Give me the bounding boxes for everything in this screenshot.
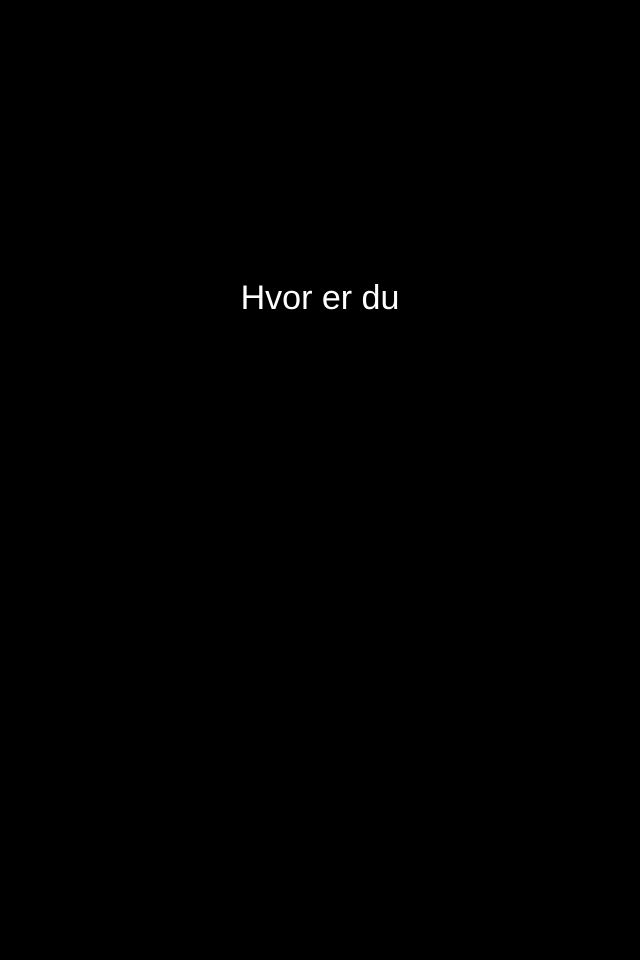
- message-text: Hvor er du: [240, 279, 400, 317]
